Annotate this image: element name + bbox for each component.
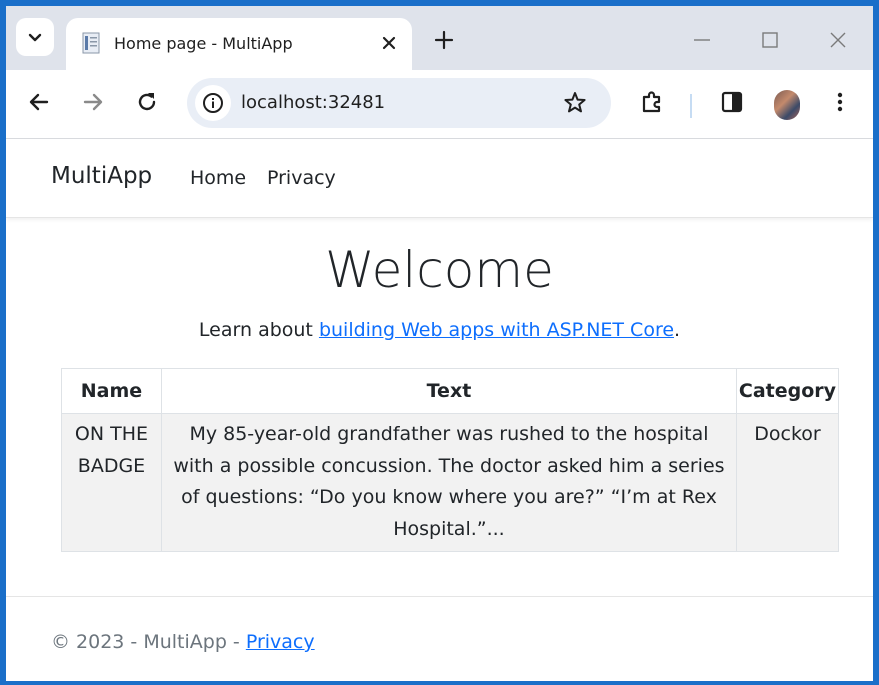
table-header-row: Name Text Category [61, 368, 840, 414]
posts-table: Name Text Category ON THE BADGE My 85-ye… [61, 368, 840, 552]
footer-copyright: © 2023 - MultiApp - [51, 631, 246, 653]
site-info-button[interactable] [195, 85, 231, 121]
site-navbar: MultiApp Home Privacy [6, 139, 873, 218]
tab-search-icon [28, 33, 42, 42]
browser-toolbar: localhost:32481 [6, 70, 873, 139]
learn-suffix: . [674, 319, 681, 341]
column-header-category: Category [735, 368, 840, 414]
menu-icon[interactable] [826, 88, 854, 116]
nav-link-privacy[interactable]: Privacy [267, 167, 336, 189]
browser-window: Home page - MultiApp localhost:32481 Mul… [6, 6, 873, 681]
minimize-icon[interactable] [688, 26, 716, 54]
tab-search-button[interactable] [16, 18, 54, 56]
learn-text: Learn about building Web apps with ASP.N… [6, 319, 873, 341]
footer-text: © 2023 - MultiApp - Privacy [51, 631, 315, 653]
column-header-name: Name [61, 368, 162, 414]
learn-prefix: Learn about [198, 319, 319, 341]
docs-link[interactable]: building Web apps with ASP.NET Core [319, 319, 674, 341]
back-icon[interactable] [25, 88, 53, 116]
table-row: ON THE BADGE My 85-year-old grandfather … [61, 413, 840, 552]
star-icon[interactable] [561, 89, 589, 117]
web-page: MultiApp Home Privacy Welcome Learn abou… [6, 139, 873, 681]
footer-privacy-link[interactable]: Privacy [246, 631, 315, 653]
window-close-icon[interactable] [824, 26, 852, 54]
close-icon[interactable] [378, 32, 400, 54]
info-icon [203, 93, 223, 113]
tab-title: Home page - MultiApp [114, 34, 293, 53]
toolbar-divider [690, 94, 692, 118]
browser-tab[interactable]: Home page - MultiApp [66, 18, 412, 70]
maximize-icon[interactable] [756, 26, 784, 54]
side-panel-icon[interactable] [718, 88, 746, 116]
reload-icon[interactable] [133, 88, 161, 116]
page-title: Welcome [325, 241, 554, 299]
navbar-brand[interactable]: MultiApp [51, 163, 152, 189]
cell-text: My 85-year-old grandfather was rushed to… [160, 413, 737, 552]
tab-strip: Home page - MultiApp [6, 6, 873, 70]
address-bar[interactable]: localhost:32481 [187, 78, 611, 128]
cell-category: Dockor [735, 413, 840, 552]
site-footer: © 2023 - MultiApp - Privacy [6, 596, 873, 681]
nav-link-home[interactable]: Home [190, 167, 246, 189]
extensions-icon[interactable] [638, 88, 666, 116]
profile-avatar[interactable] [774, 90, 800, 120]
new-tab-icon[interactable] [430, 26, 458, 54]
url-text[interactable]: localhost:32481 [241, 92, 385, 113]
favicon-icon [82, 32, 100, 54]
forward-icon[interactable] [79, 88, 107, 116]
cell-name: ON THE BADGE [61, 413, 162, 552]
column-header-text: Text [160, 368, 737, 414]
